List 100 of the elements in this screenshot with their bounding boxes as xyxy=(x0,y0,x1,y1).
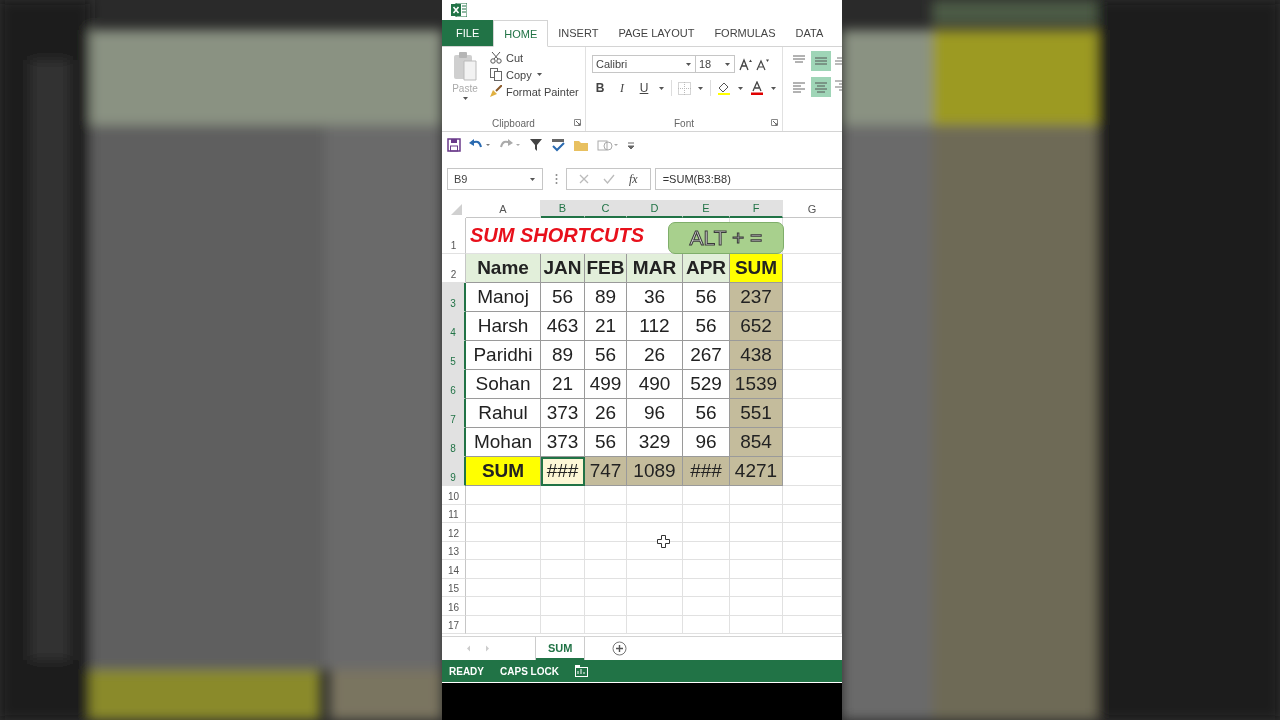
empty-cell xyxy=(541,486,585,505)
insert-function-button[interactable]: fx xyxy=(629,171,638,187)
caret-icon[interactable] xyxy=(658,85,665,91)
caret-icon[interactable] xyxy=(685,61,692,67)
column-header[interactable]: D xyxy=(627,200,683,218)
caret-icon[interactable] xyxy=(461,96,469,101)
row-header[interactable]: 17 xyxy=(442,615,466,634)
clipboard-icon[interactable] xyxy=(452,51,478,81)
row-header[interactable]: 12 xyxy=(442,523,466,542)
table-cell: 551 xyxy=(730,399,783,428)
fill-color-icon[interactable] xyxy=(717,81,731,95)
status-text: CAPS LOCK xyxy=(500,665,559,677)
font-color-icon[interactable] xyxy=(750,81,764,95)
row-header[interactable]: 10 xyxy=(442,486,466,505)
empty-cell xyxy=(683,523,730,542)
caret-icon[interactable] xyxy=(770,85,777,91)
cut-button[interactable]: Cut xyxy=(490,51,579,64)
table-cell: ### xyxy=(541,457,585,486)
row-header[interactable]: 3 xyxy=(442,283,466,312)
empty-cell xyxy=(541,504,585,523)
ribbon-tab[interactable]: HOME xyxy=(493,20,549,47)
caret-icon[interactable] xyxy=(535,72,543,77)
add-sheet-icon[interactable] xyxy=(612,641,628,656)
file-tab[interactable]: FILE xyxy=(442,20,494,46)
dialog-launcher-icon[interactable] xyxy=(771,119,778,126)
caret-icon[interactable] xyxy=(737,85,744,91)
dialog-launcher-icon[interactable] xyxy=(574,119,581,126)
copy-button[interactable]: Copy xyxy=(490,68,579,81)
ribbon-tab[interactable]: INSERT xyxy=(548,20,609,46)
row-header[interactable]: 5 xyxy=(442,341,466,370)
grow-font-icon[interactable] xyxy=(739,57,752,71)
table-cell: 89 xyxy=(541,341,585,370)
row-header[interactable]: 16 xyxy=(442,597,466,616)
row-header[interactable]: 13 xyxy=(442,541,466,560)
shrink-font-icon[interactable] xyxy=(756,57,769,71)
empty-cell xyxy=(730,486,783,505)
paintbrush-icon xyxy=(490,85,502,98)
empty-cell xyxy=(585,615,627,634)
ribbon-tab[interactable]: FORMULAS xyxy=(704,20,786,46)
underline-button[interactable]: U xyxy=(636,81,652,95)
font-size-field[interactable]: 18 xyxy=(695,55,735,73)
format-painter-button[interactable]: Format Painter xyxy=(490,85,579,98)
table-cell: SUM xyxy=(730,254,783,283)
empty-cell xyxy=(730,541,783,560)
bold-button[interactable]: B xyxy=(592,81,608,95)
row-header[interactable]: 9 xyxy=(442,457,466,486)
align-center-icon xyxy=(813,79,829,95)
row-header[interactable]: 14 xyxy=(442,560,466,579)
name-box[interactable]: B9 xyxy=(447,168,543,190)
customize-icon[interactable] xyxy=(627,140,635,150)
ribbon-tab[interactable]: PAGE LAYOUT xyxy=(608,20,705,46)
page-view-icon[interactable] xyxy=(574,665,588,677)
table-cell: FEB xyxy=(585,254,627,283)
row-header[interactable]: 4 xyxy=(442,312,466,341)
table-cell: Name xyxy=(466,254,541,283)
row-header[interactable]: 15 xyxy=(442,578,466,597)
caret-icon[interactable] xyxy=(697,85,704,91)
table-cell: 438 xyxy=(730,341,783,370)
row-header[interactable]: 11 xyxy=(442,504,466,523)
ribbon-tab[interactable]: DATA xyxy=(785,20,834,46)
table-cell: Rahul xyxy=(466,399,541,428)
table-cell: 1539 xyxy=(730,370,783,399)
table-cell: APR xyxy=(683,254,730,283)
group-label: Clipboard xyxy=(492,117,535,129)
table-cell: 854 xyxy=(730,428,783,457)
table-cell: 36 xyxy=(627,283,683,312)
empty-cell xyxy=(730,597,783,616)
spell-check-icon[interactable] xyxy=(551,138,565,152)
row-header[interactable]: 8 xyxy=(442,428,466,457)
column-header[interactable]: G xyxy=(783,200,842,218)
column-header[interactable]: A xyxy=(466,200,541,218)
row-header[interactable]: 6 xyxy=(442,370,466,399)
save-icon[interactable] xyxy=(447,138,461,152)
column-header[interactable]: E xyxy=(683,200,730,218)
empty-cell xyxy=(585,597,627,616)
row-header[interactable]: 7 xyxy=(442,399,466,428)
font-name-field[interactable]: Calibri xyxy=(592,55,696,73)
empty-cell xyxy=(541,615,585,634)
table-cell: 4271 xyxy=(730,457,783,486)
check-icon[interactable] xyxy=(603,174,615,184)
filter-icon[interactable] xyxy=(529,138,543,152)
empty-cell xyxy=(627,560,683,579)
table-cell: 21 xyxy=(541,370,585,399)
caret-icon[interactable] xyxy=(724,61,731,67)
column-header[interactable]: B xyxy=(541,200,585,218)
table-cell: 96 xyxy=(627,399,683,428)
table-cell: 652 xyxy=(730,312,783,341)
table-cell: 463 xyxy=(541,312,585,341)
empty-cell xyxy=(585,523,627,542)
copy-icon xyxy=(490,68,502,81)
table-cell: MAR xyxy=(627,254,683,283)
caret-icon[interactable] xyxy=(529,176,536,182)
more-icon[interactable] xyxy=(555,173,558,185)
table-cell: ### xyxy=(683,457,730,486)
empty-cell xyxy=(627,504,683,523)
row-header[interactable]: 1 xyxy=(442,218,466,254)
column-header[interactable]: C xyxy=(585,200,627,218)
column-header[interactable]: F xyxy=(730,200,783,218)
formula-field[interactable]: =SUM(B3:B8) xyxy=(654,168,842,190)
italic-button[interactable]: I xyxy=(614,80,630,96)
